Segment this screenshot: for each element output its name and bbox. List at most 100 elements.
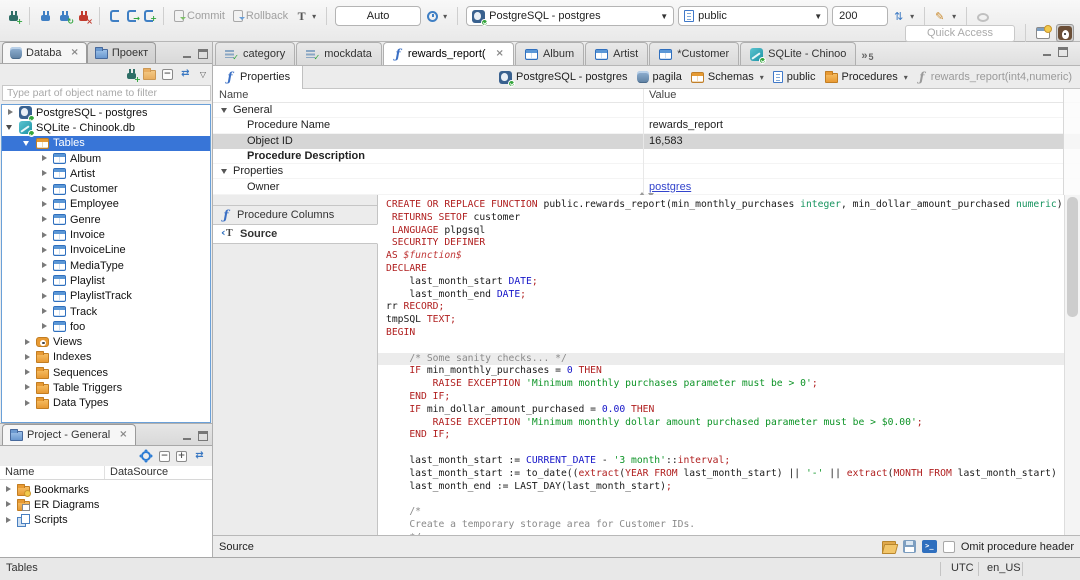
tree-item-sequences[interactable]: Sequences bbox=[2, 365, 210, 380]
locale-label[interactable]: en_US bbox=[987, 562, 1021, 574]
tree-arrow-icon[interactable] bbox=[40, 261, 49, 270]
editor-tab-artist[interactable]: Artist bbox=[585, 42, 649, 65]
link-with-editor-icon[interactable] bbox=[179, 68, 192, 80]
tree-item-tables[interactable]: Tables bbox=[2, 135, 210, 151]
column-name[interactable]: Name bbox=[213, 89, 643, 102]
source-viewer[interactable]: CREATE OR REPLACE FUNCTION public.reward… bbox=[378, 195, 1080, 535]
tree-item-data-types[interactable]: Data Types bbox=[2, 396, 210, 411]
collapse-all-icon[interactable] bbox=[161, 68, 173, 80]
expand-all-icon[interactable] bbox=[176, 450, 187, 462]
save-to-file-icon[interactable] bbox=[902, 540, 916, 553]
project-item-er-diagrams[interactable]: ER Diagrams bbox=[0, 497, 212, 512]
editor-tab-rewards-report[interactable]: rewards_report(× bbox=[382, 42, 514, 65]
breadcrumb-item-public[interactable]: public bbox=[772, 71, 816, 83]
gear-icon[interactable] bbox=[141, 451, 151, 461]
tab-overflow-button[interactable]: » 5 bbox=[857, 50, 877, 65]
collapse-all-icon[interactable] bbox=[159, 450, 170, 462]
tree-arrow-icon[interactable] bbox=[23, 139, 32, 148]
tree-item-track[interactable]: Track bbox=[2, 304, 210, 319]
tab-database-navigator[interactable]: Databa × bbox=[2, 42, 87, 63]
tree-arrow-icon[interactable] bbox=[40, 276, 49, 285]
close-tab-icon[interactable]: × bbox=[496, 49, 504, 59]
chevron-down-icon[interactable]: ▾ bbox=[904, 73, 908, 82]
maximize-icon[interactable] bbox=[198, 49, 208, 59]
tab-properties[interactable]: Properties bbox=[213, 65, 304, 89]
tree-arrow-icon[interactable] bbox=[23, 353, 32, 362]
breadcrumb-item-schemas[interactable]: Schemas ▾ bbox=[690, 71, 764, 83]
column-value[interactable]: Value bbox=[643, 89, 676, 102]
project-item-bookmarks[interactable]: Bookmarks bbox=[0, 482, 212, 497]
rollback-button[interactable]: Rollback bbox=[231, 8, 290, 24]
omit-header-checkbox[interactable] bbox=[942, 540, 955, 553]
tree-item-indexes[interactable]: Indexes bbox=[2, 350, 210, 365]
object-filter-input[interactable] bbox=[2, 85, 211, 101]
column-name[interactable]: Name bbox=[0, 466, 105, 479]
close-icon[interactable]: × bbox=[70, 48, 78, 58]
tree-arrow-icon[interactable] bbox=[40, 292, 49, 301]
tree-item-playlist[interactable]: Playlist bbox=[2, 273, 210, 288]
tree-item-playlisttrack[interactable]: PlaylistTrack bbox=[2, 289, 210, 304]
lasso-button[interactable] bbox=[975, 9, 991, 24]
dbeaver-perspective-button[interactable] bbox=[1056, 24, 1074, 42]
property-row-procedure-name[interactable]: Procedure Name rewards_report bbox=[213, 118, 1080, 134]
tree-item-sqlite-chinook-db[interactable]: SQLite - Chinook.db bbox=[2, 120, 210, 138]
tree-arrow-icon[interactable] bbox=[23, 368, 32, 377]
tree-item-genre[interactable]: Genre bbox=[2, 212, 210, 227]
link-with-editor-icon[interactable] bbox=[193, 450, 206, 462]
tab-project-general[interactable]: Project - General × bbox=[2, 424, 136, 445]
project-item-scripts[interactable]: Scripts bbox=[0, 513, 212, 528]
tree-item-views[interactable]: Views bbox=[2, 334, 210, 349]
tree-arrow-icon[interactable] bbox=[6, 108, 15, 117]
tree-arrow-icon[interactable] bbox=[40, 169, 49, 178]
open-perspective-icon[interactable] bbox=[1036, 25, 1052, 39]
editor-tab-category[interactable]: category bbox=[215, 42, 296, 65]
connect-button[interactable] bbox=[38, 8, 53, 25]
tree-item-customer[interactable]: Customer bbox=[2, 181, 210, 196]
tree-item-album[interactable]: Album bbox=[2, 151, 210, 166]
reconnect-button[interactable]: ↻ bbox=[57, 8, 74, 25]
tree-item-postgresql-postgres[interactable]: PostgreSQL - postgres bbox=[2, 105, 210, 123]
quick-access-input[interactable] bbox=[905, 24, 1015, 42]
minimize-icon[interactable] bbox=[1042, 47, 1052, 57]
property-row-object-id[interactable]: Object ID 16,583 bbox=[213, 133, 1080, 149]
tree-arrow-icon[interactable] bbox=[4, 500, 13, 509]
scrollbar-thumb[interactable] bbox=[1067, 197, 1078, 317]
commit-button[interactable]: Commit bbox=[172, 8, 227, 24]
project-tree[interactable]: Bookmarks ER Diagrams Scripts bbox=[0, 480, 212, 528]
tree-item-invoiceline[interactable]: InvoiceLine bbox=[2, 243, 210, 258]
load-from-file-icon[interactable] bbox=[881, 540, 897, 553]
commit-mode-combo[interactable]: Auto bbox=[335, 6, 422, 26]
tree-item-invoice[interactable]: Invoice bbox=[2, 227, 210, 242]
tree-arrow-icon[interactable] bbox=[40, 185, 49, 194]
transaction-history-button[interactable]: ▾ bbox=[425, 9, 449, 24]
tree-arrow-icon[interactable] bbox=[23, 399, 32, 408]
tree-arrow-icon[interactable] bbox=[40, 154, 49, 163]
recent-sql-editor-button[interactable]: → bbox=[125, 8, 140, 24]
transaction-log-button[interactable]: ▾ bbox=[294, 8, 318, 25]
property-row-general[interactable]: General bbox=[213, 103, 1080, 119]
tree-item-table-triggers[interactable]: Table Triggers bbox=[2, 380, 210, 395]
open-console-icon[interactable] bbox=[921, 540, 937, 553]
maximize-icon[interactable] bbox=[1058, 47, 1068, 57]
mock-data-button[interactable]: ▾ bbox=[933, 8, 958, 25]
tree-arrow-icon[interactable] bbox=[23, 383, 32, 392]
breadcrumb-item-postgresql-postgres[interactable]: PostgreSQL - postgres bbox=[499, 70, 628, 87]
disconnect-button[interactable]: × bbox=[76, 8, 93, 25]
tree-item-mediatype[interactable]: MediaType bbox=[2, 258, 210, 273]
tree-item-employee[interactable]: Employee bbox=[2, 197, 210, 212]
close-icon[interactable]: × bbox=[119, 430, 127, 440]
tree-arrow-icon[interactable] bbox=[23, 338, 32, 347]
tree-arrow-icon[interactable] bbox=[40, 307, 49, 316]
new-folder-icon[interactable] bbox=[142, 68, 156, 80]
breadcrumb-item-rewards-report-int4-numeric[interactable]: rewards_report(int4,numeric) bbox=[917, 71, 1072, 84]
timezone-label[interactable]: UTC bbox=[951, 562, 974, 574]
code-scrollbar[interactable] bbox=[1064, 195, 1080, 535]
minimize-icon[interactable] bbox=[182, 431, 192, 441]
tree-arrow-icon[interactable] bbox=[40, 322, 49, 331]
connection-combo[interactable]: PostgreSQL - postgres ▼ bbox=[466, 6, 675, 26]
tree-arrow-icon[interactable] bbox=[40, 215, 49, 224]
column-datasource[interactable]: DataSource bbox=[105, 466, 168, 479]
new-connection-button[interactable]: + bbox=[6, 8, 23, 25]
sql-editor-button[interactable] bbox=[108, 8, 121, 24]
tree-arrow-icon[interactable] bbox=[4, 516, 13, 525]
